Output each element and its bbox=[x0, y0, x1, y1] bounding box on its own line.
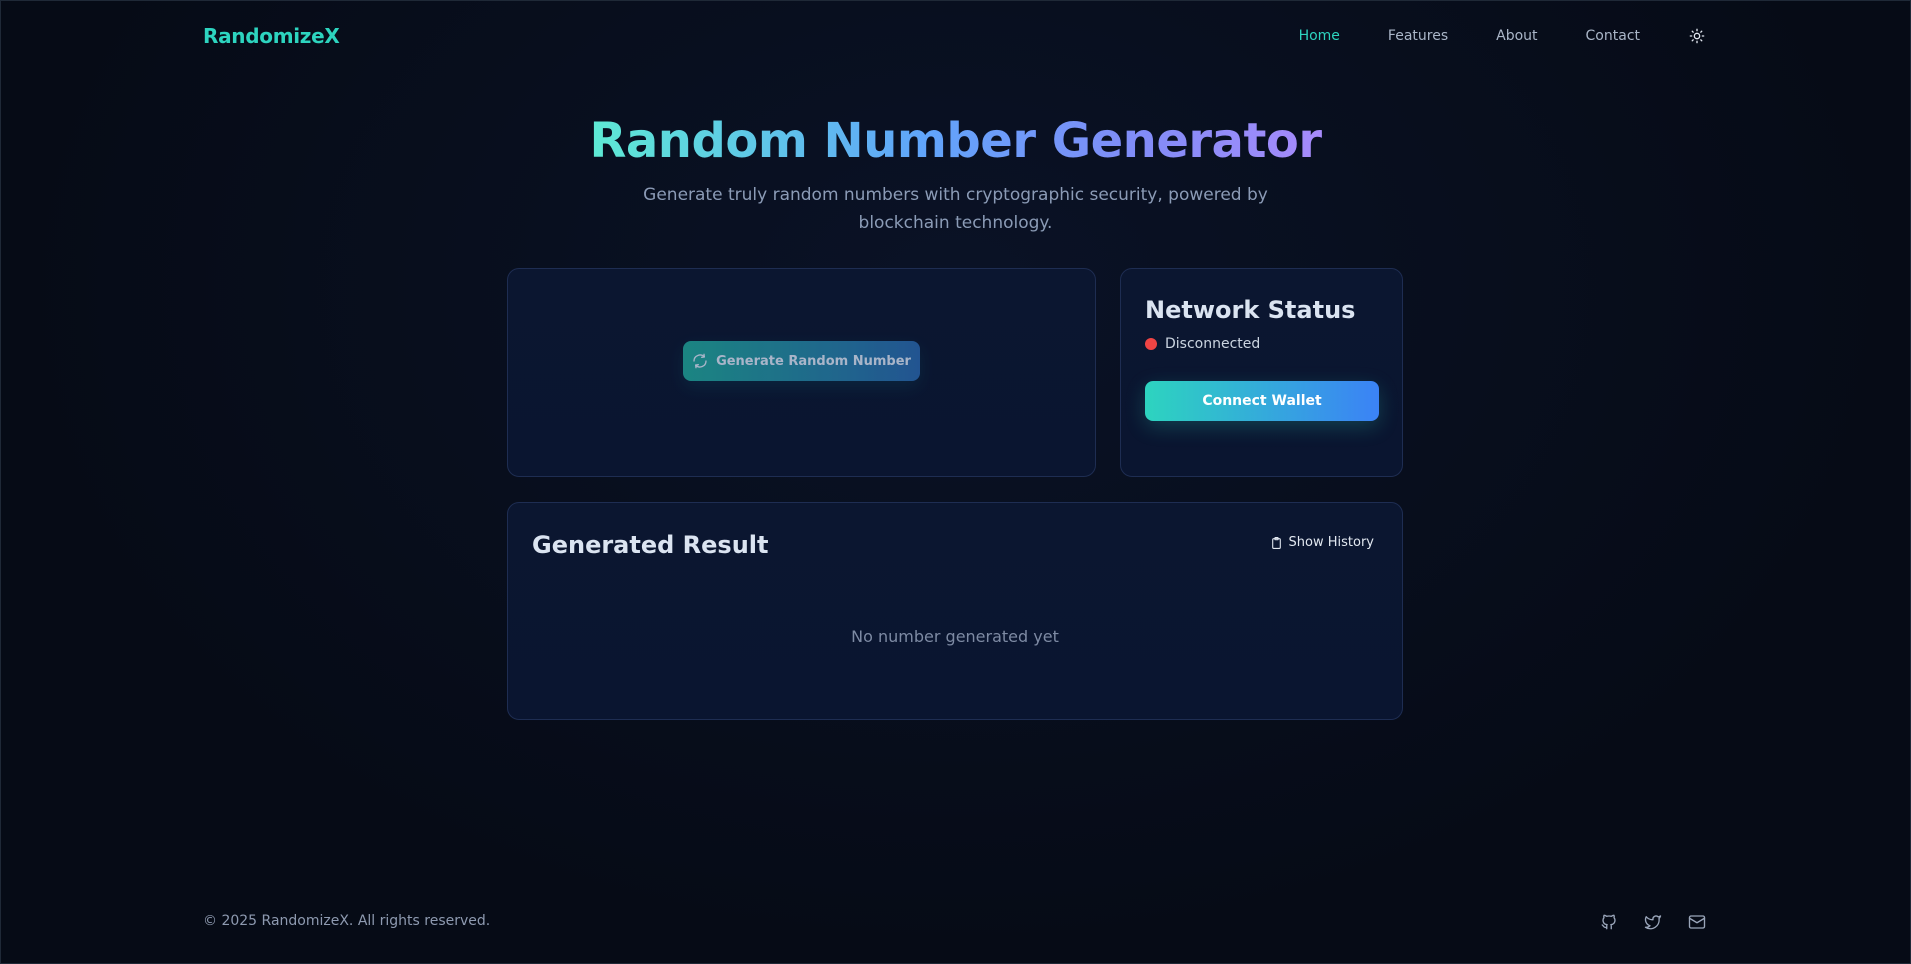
mail-link[interactable] bbox=[1686, 911, 1708, 933]
app-window: RandomizeX Home Features About Contact R… bbox=[0, 0, 1911, 964]
show-history-button[interactable]: Show History bbox=[1270, 535, 1374, 550]
clipboard-icon bbox=[1271, 536, 1281, 549]
theme-toggle-button[interactable] bbox=[1686, 25, 1708, 47]
nav-link-contact[interactable]: Contact bbox=[1586, 28, 1640, 44]
network-status-card: Network Status Disconnected Connect Wall… bbox=[1120, 268, 1403, 477]
sun-icon bbox=[1689, 28, 1705, 44]
nav-link-home[interactable]: Home bbox=[1299, 28, 1340, 44]
network-status-title: Network Status bbox=[1145, 296, 1356, 324]
brand-logo[interactable]: RandomizeX bbox=[203, 24, 340, 48]
network-status-text: Disconnected bbox=[1165, 336, 1261, 352]
generated-result-card: Generated Result Show History No number … bbox=[507, 502, 1403, 720]
github-icon bbox=[1601, 914, 1616, 930]
nav-links: Home Features About Contact bbox=[1251, 25, 1708, 47]
generated-result-title: Generated Result bbox=[532, 531, 769, 559]
twitter-icon bbox=[1644, 915, 1662, 930]
page-title: Random Number Generator bbox=[1, 113, 1910, 169]
empty-result-message: No number generated yet bbox=[851, 627, 1059, 646]
refresh-icon bbox=[693, 353, 707, 369]
top-navigation: RandomizeX Home Features About Contact bbox=[203, 19, 1708, 53]
connect-wallet-button[interactable]: Connect Wallet bbox=[1145, 381, 1379, 421]
page-title-text: Random Number Generator bbox=[589, 113, 1322, 169]
show-history-label: Show History bbox=[1288, 535, 1374, 550]
mail-icon bbox=[1688, 915, 1706, 929]
footer-copyright: © 2025 RandomizeX. All rights reserved. bbox=[203, 913, 491, 929]
nav-link-about[interactable]: About bbox=[1496, 28, 1537, 44]
generate-random-number-button[interactable]: Generate Random Number bbox=[683, 341, 920, 381]
generate-button-label: Generate Random Number bbox=[716, 353, 911, 369]
nav-link-features[interactable]: Features bbox=[1388, 28, 1448, 44]
github-link[interactable] bbox=[1598, 911, 1620, 933]
network-status-indicator: Disconnected bbox=[1145, 336, 1260, 352]
generator-card: Generate Random Number bbox=[507, 268, 1096, 477]
twitter-link[interactable] bbox=[1642, 911, 1664, 933]
status-dot-icon bbox=[1145, 338, 1157, 350]
footer-social-links bbox=[1598, 911, 1708, 933]
page-subtitle: Generate truly random numbers with crypt… bbox=[643, 185, 1268, 233]
